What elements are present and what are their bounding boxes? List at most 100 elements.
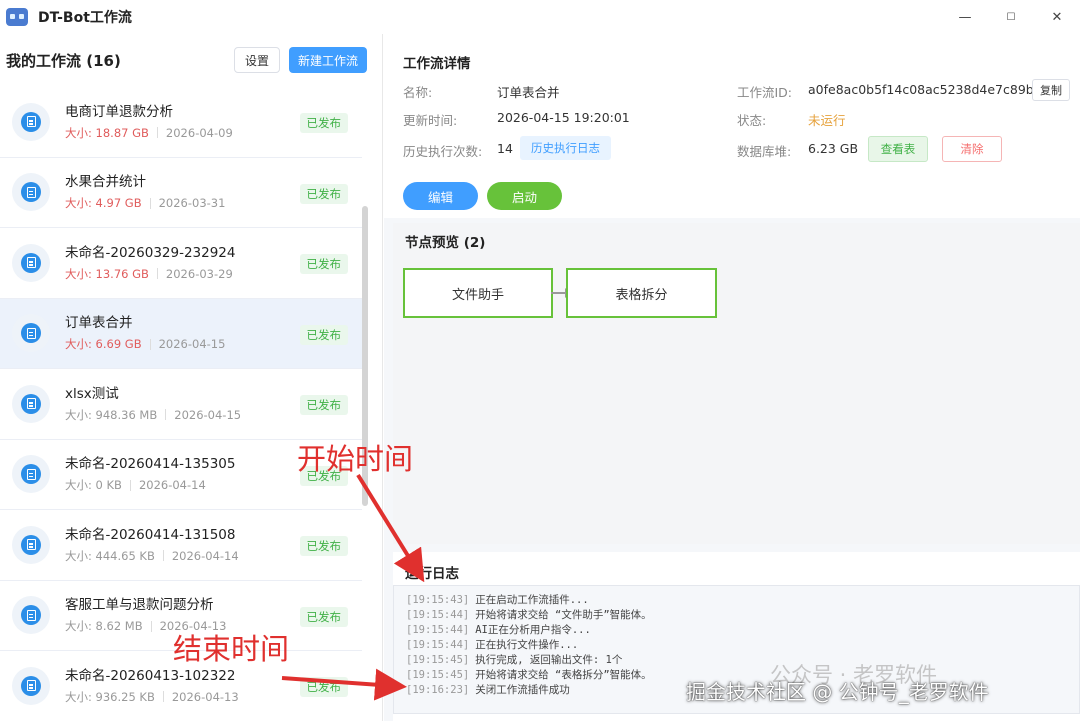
status-badge: 已发布 bbox=[299, 113, 348, 133]
workflow-doc-icon bbox=[12, 243, 50, 282]
log-timestamp: [19:15:44] bbox=[406, 639, 470, 651]
node-arrow-icon bbox=[551, 288, 571, 298]
node-table-split[interactable]: 表格拆分 bbox=[566, 268, 717, 318]
workflow-size: 大小: 6.69 GB bbox=[65, 337, 142, 352]
runs-label: 历史执行次数: bbox=[403, 144, 483, 159]
log-timestamp: [19:15:44] bbox=[406, 624, 470, 636]
status-badge: 已发布 bbox=[299, 677, 348, 697]
workflow-date: 2026-04-13 bbox=[171, 689, 239, 704]
workflow-date: 2026-03-31 bbox=[158, 196, 226, 211]
workflow-doc-icon bbox=[12, 173, 50, 212]
workflow-size: 大小: 8.62 MB bbox=[65, 619, 143, 634]
maximize-button[interactable]: ☐ bbox=[988, 0, 1034, 34]
status-badge: 已发布 bbox=[299, 183, 348, 204]
workflow-size: 大小: 18.87 GB bbox=[65, 125, 149, 140]
log-timestamp: [19:16:23] bbox=[406, 684, 470, 696]
log-timestamp: [19:15:45] bbox=[406, 654, 470, 666]
workflow-doc-icon bbox=[12, 525, 50, 564]
name-label: 名称: bbox=[403, 85, 433, 100]
node-preview-title: 节点预览 (2) bbox=[405, 235, 486, 251]
id-value: a0fe8ac0b5f14c08ac5238d4e7c89b06 bbox=[808, 82, 1050, 97]
app-title: DT-Bot工作流 bbox=[38, 10, 132, 26]
robot-logo-icon bbox=[6, 8, 28, 26]
status-badge: 已发布 bbox=[299, 324, 348, 345]
workflow-item[interactable]: 未命名-20260414-131508 大小: 444.65 KB 2026-04-… bbox=[0, 510, 362, 581]
log-text: AI正在分析用户指令... bbox=[475, 624, 591, 636]
log-text: 执行完成, 返回输出文件: 1个 bbox=[475, 654, 623, 666]
status-badge: 已发布 bbox=[299, 536, 348, 556]
workflow-date: 2026-04-09 bbox=[165, 125, 233, 140]
workflow-size: 大小: 0 KB bbox=[65, 478, 122, 493]
log-text: 正在执行文件操作... bbox=[475, 639, 579, 651]
db-label: 数据库堆: bbox=[737, 144, 792, 159]
log-line: [19:15:43] 正在启动工作流插件... bbox=[406, 593, 1067, 608]
workflow-size: 大小: 4.97 GB bbox=[65, 196, 142, 211]
clear-button[interactable]: 清除 bbox=[942, 136, 1002, 162]
id-label: 工作流ID: bbox=[737, 85, 793, 100]
window-controls: — ☐ ✕ bbox=[942, 0, 1080, 34]
workflow-sidebar: 我的工作流 (16) 设置 新建工作流 电商订单退款分析 大小: 18.87 GB… bbox=[0, 34, 383, 721]
updated-label: 更新时间: bbox=[403, 113, 458, 128]
node-preview-panel: 节点预览 (2) 文件助手 表格拆分 bbox=[393, 223, 1080, 544]
status-label: 状态: bbox=[737, 113, 767, 128]
log-text: 开始将请求交给 “文件助手”智能体。 bbox=[475, 609, 652, 621]
runs-value: 14 bbox=[497, 141, 513, 156]
minimize-button[interactable]: — bbox=[942, 0, 988, 34]
site-watermark: 掘金技术社区 @ 公钟号_老罗软件 bbox=[686, 680, 989, 704]
settings-button[interactable]: 设置 bbox=[233, 47, 280, 73]
updated-value: 2026-04-15 19:20:01 bbox=[497, 110, 630, 125]
log-timestamp: [19:15:45] bbox=[406, 669, 470, 681]
workflow-item[interactable]: 电商订单退款分析 大小: 18.87 GB 2026-04-09 已发布 bbox=[0, 87, 362, 158]
log-text: 开始将请求交给 “表格拆分”智能体。 bbox=[475, 669, 652, 681]
workflow-item[interactable]: 水果合并统计 大小: 4.97 GB 2026-03-31 已发布 bbox=[0, 158, 362, 228]
workflow-doc-icon bbox=[12, 666, 50, 705]
close-button[interactable]: ✕ bbox=[1034, 0, 1080, 34]
end-time-annotation: 结束时间 bbox=[173, 632, 290, 666]
log-timestamp: [19:15:43] bbox=[406, 594, 470, 606]
copy-id-button[interactable]: 复制 bbox=[1032, 79, 1070, 101]
log-text: 关闭工作流插件成功 bbox=[475, 684, 570, 696]
workflow-item[interactable]: 未命名-20260329-232924 大小: 13.76 GB 2026-03-2… bbox=[0, 228, 362, 299]
history-log-button[interactable]: 历史执行日志 bbox=[520, 136, 611, 160]
new-workflow-button[interactable]: 新建工作流 bbox=[288, 47, 367, 73]
workflow-date: 2026-04-14 bbox=[171, 548, 239, 563]
sidebar-header: 我的工作流 (16) 设置 新建工作流 bbox=[0, 34, 382, 86]
workflow-doc-icon bbox=[12, 102, 50, 141]
workflow-size: 大小: 948.36 MB bbox=[65, 407, 158, 422]
workflow-detail-card: 工作流详情 名称: 订单表合并 工作流ID: a0fe8ac0b5f14c08a… bbox=[384, 34, 1080, 218]
status-value: 未运行 bbox=[808, 113, 846, 128]
workflow-doc-icon bbox=[12, 455, 50, 494]
workflow-item[interactable]: 订单表合并 大小: 6.69 GB 2026-04-15 已发布 bbox=[0, 298, 362, 369]
workflow-doc-icon bbox=[12, 384, 50, 423]
start-time-annotation: 开始时间 bbox=[297, 442, 414, 476]
workflow-size: 大小: 13.76 GB bbox=[65, 266, 149, 281]
sidebar-title: 我的工作流 (16) bbox=[6, 51, 121, 70]
workflow-date: 2026-03-29 bbox=[165, 266, 233, 281]
view-table-button[interactable]: 查看表 bbox=[868, 136, 928, 162]
title-bar: DT-Bot工作流 — ☐ ✕ bbox=[0, 0, 1080, 34]
workflow-size: 大小: 444.65 KB bbox=[65, 548, 155, 563]
status-badge: 已发布 bbox=[299, 395, 348, 415]
status-badge: 已发布 bbox=[299, 254, 348, 274]
start-button[interactable]: 启动 bbox=[487, 182, 562, 210]
name-value: 订单表合并 bbox=[497, 85, 560, 100]
detail-title: 工作流详情 bbox=[403, 56, 471, 72]
workflow-doc-icon bbox=[12, 596, 50, 635]
log-text: 正在启动工作流插件... bbox=[475, 594, 589, 606]
status-badge: 已发布 bbox=[299, 606, 348, 627]
log-line: [19:15:44] 正在执行文件操作... bbox=[406, 638, 1067, 653]
workflow-doc-icon bbox=[12, 314, 50, 353]
workflow-date: 2026-04-14 bbox=[138, 478, 206, 493]
node-file-assistant[interactable]: 文件助手 bbox=[403, 268, 553, 318]
edit-button[interactable]: 编辑 bbox=[403, 182, 478, 210]
log-line: [19:15:44] AI正在分析用户指令... bbox=[406, 623, 1067, 638]
workflow-date: 2026-04-15 bbox=[158, 337, 226, 352]
log-line: [19:15:44] 开始将请求交给 “文件助手”智能体。 bbox=[406, 608, 1067, 623]
log-line: [19:15:45] 执行完成, 返回输出文件: 1个 bbox=[406, 653, 1067, 668]
db-value: 6.23 GB bbox=[808, 141, 859, 156]
log-timestamp: [19:15:44] bbox=[406, 609, 470, 621]
run-log-title: 运行日志 bbox=[405, 566, 459, 582]
workflow-item[interactable]: xlsx测试 大小: 948.36 MB 2026-04-15 已发布 bbox=[0, 369, 362, 440]
detail-panel: 工作流详情 名称: 订单表合并 工作流ID: a0fe8ac0b5f14c08a… bbox=[384, 34, 1080, 721]
workflow-date: 2026-04-15 bbox=[174, 407, 242, 422]
